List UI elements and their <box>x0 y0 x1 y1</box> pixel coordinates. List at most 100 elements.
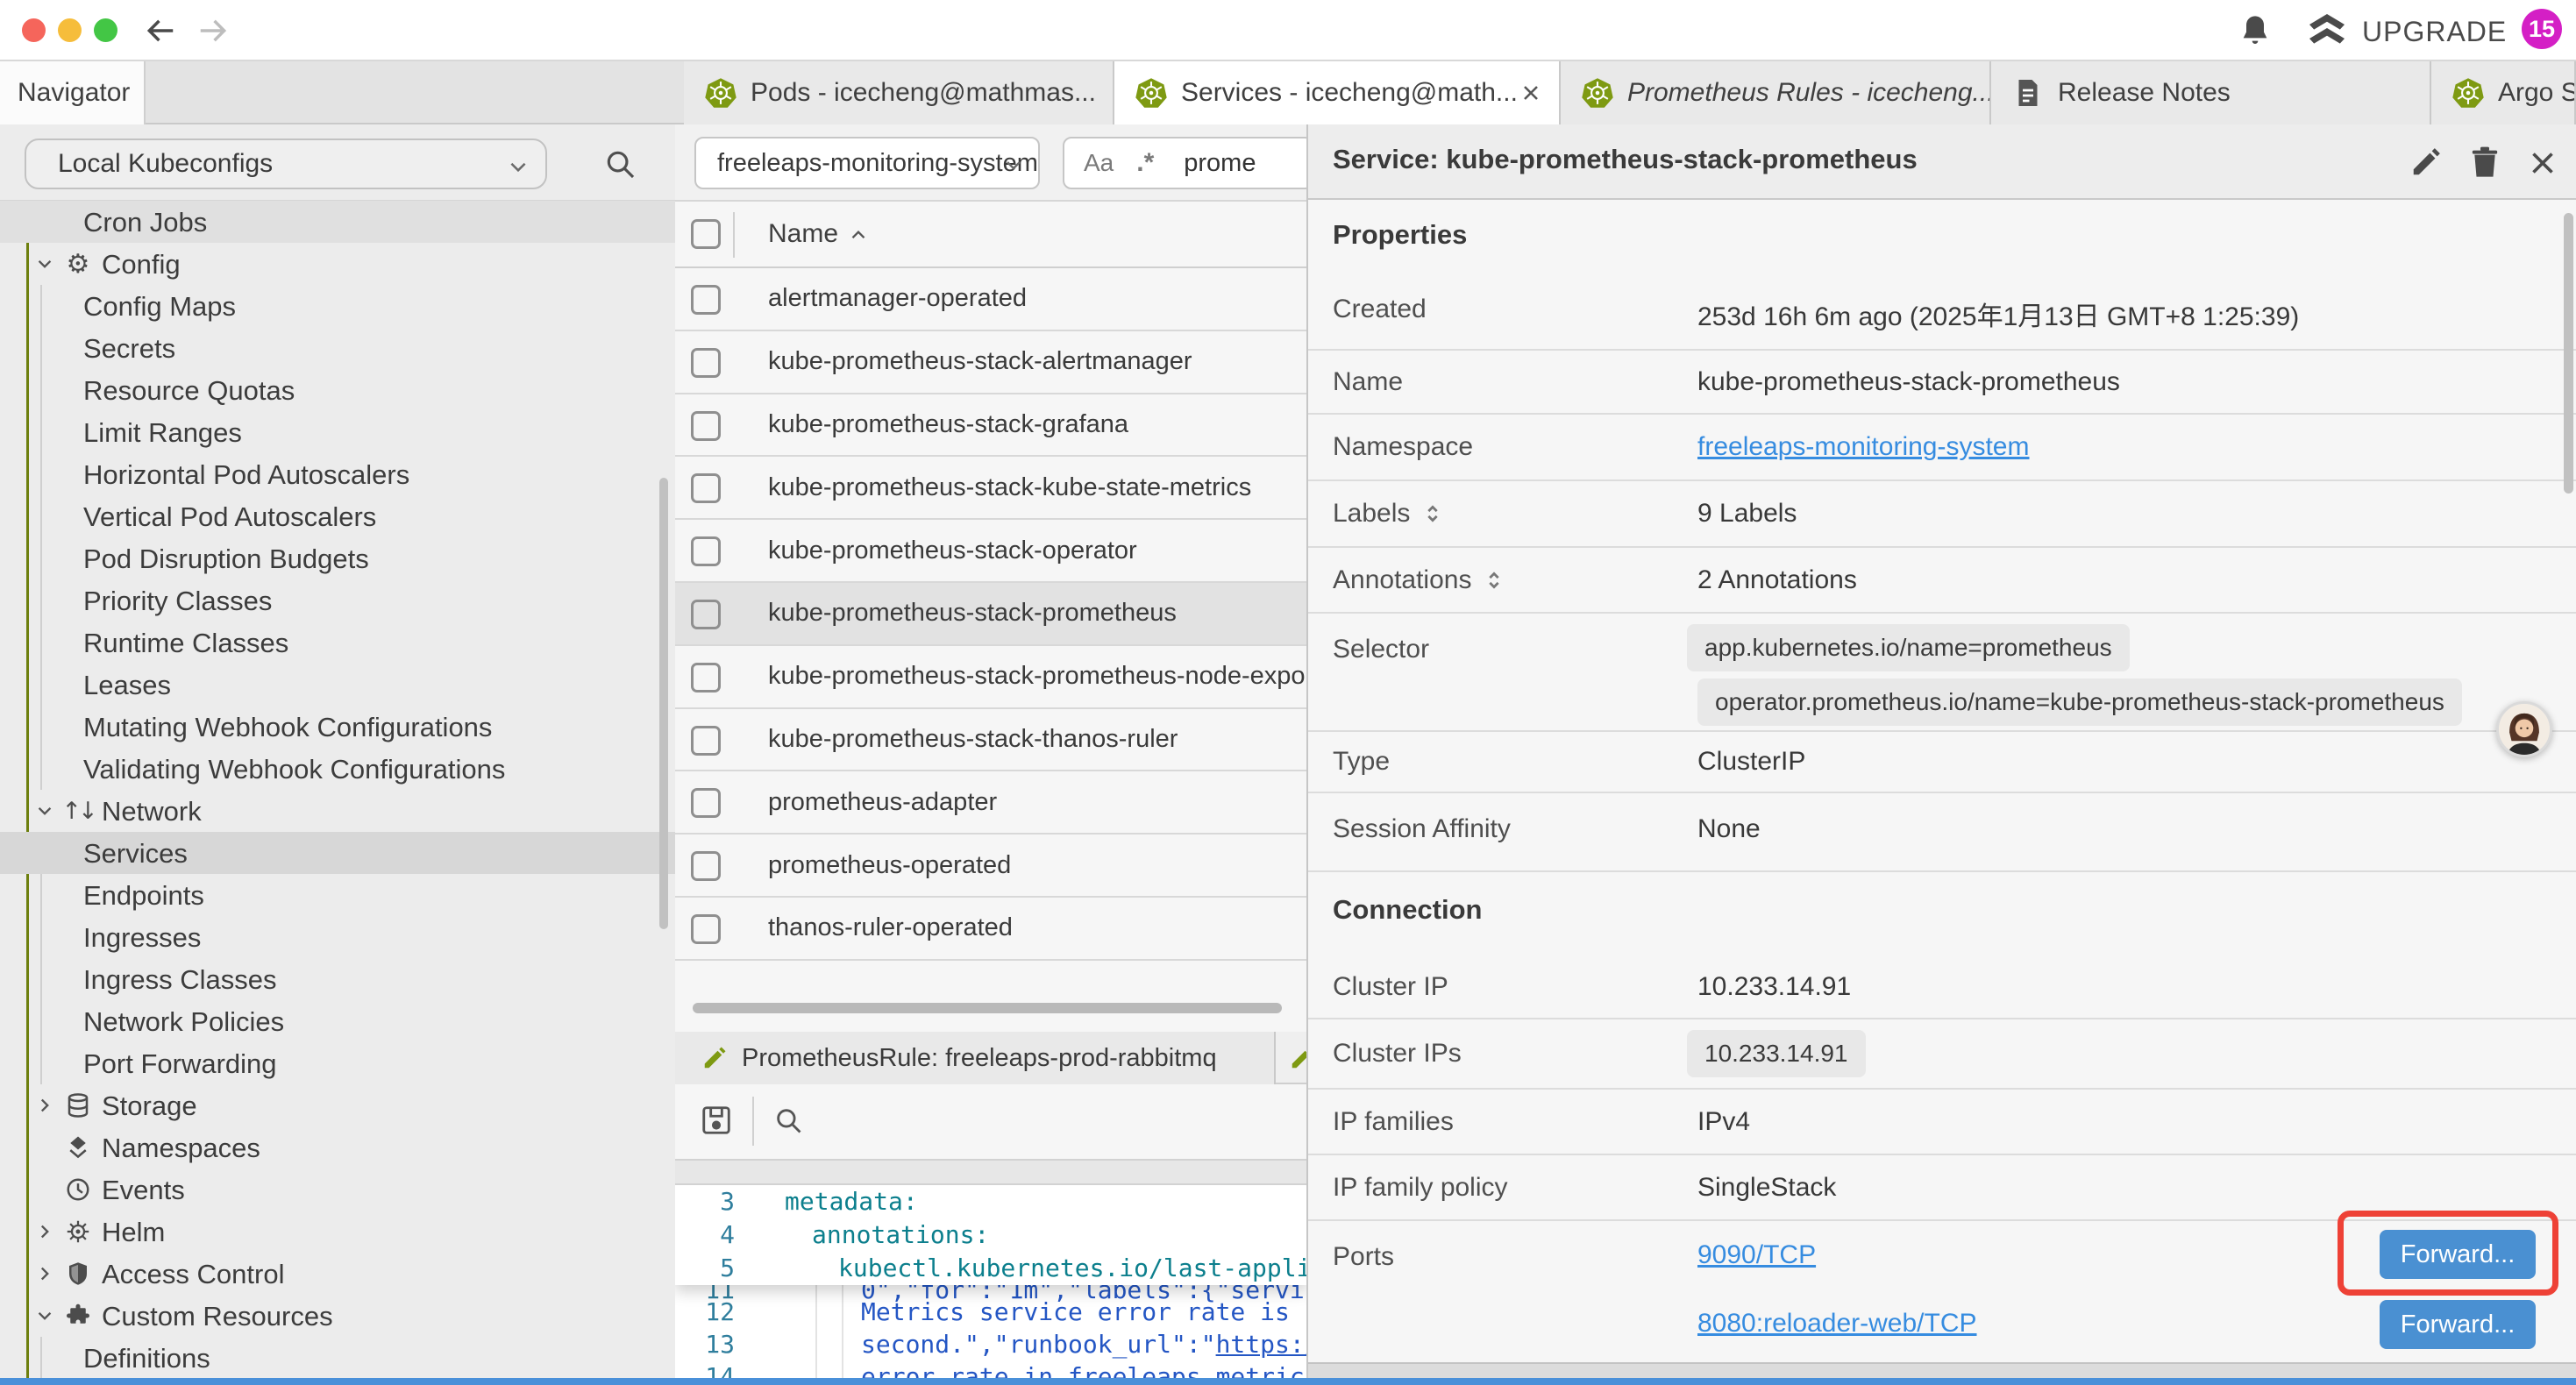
sidebar-item-config[interactable]: ⚙Config <box>0 243 675 285</box>
row-checkbox[interactable] <box>691 600 721 629</box>
sidebar-item-helm[interactable]: Helm <box>0 1211 675 1253</box>
sidebar-item-secrets[interactable]: Secrets <box>0 327 675 369</box>
sidebar-item-resource-quotas[interactable]: Resource Quotas <box>0 369 675 411</box>
notification-count-badge[interactable]: 15 <box>2522 9 2562 49</box>
sidebar-item-config-maps[interactable]: Config Maps <box>0 285 675 327</box>
row-checkbox[interactable] <box>691 726 721 756</box>
table-row[interactable]: thanos-ruler-operated <box>675 898 1306 961</box>
table-row[interactable]: kube-prometheus-stack-alertmanager <box>675 331 1306 394</box>
avatar[interactable] <box>2496 701 2552 757</box>
yaml-editor[interactable]: 110","for":"1m","labels":{"service":"12M… <box>675 1185 1306 1378</box>
sidebar-item-mutating-webhook-configurations[interactable]: Mutating Webhook Configurations <box>0 706 675 748</box>
table-row[interactable]: prometheus-operated <box>675 835 1306 898</box>
namespace-link[interactable]: freeleaps-monitoring-system <box>1697 432 2029 462</box>
save-icon[interactable] <box>700 1104 733 1137</box>
sidebar-scrollbar[interactable] <box>659 478 668 929</box>
row-checkbox[interactable] <box>691 285 721 315</box>
close-window-button[interactable] <box>22 18 46 42</box>
tab-prometheus-rules-icechen[interactable]: Prometheus Rules - icecheng... <box>1561 61 1991 124</box>
sidebar-item-label: Ingress Classes <box>83 964 277 996</box>
table-row[interactable]: kube-prometheus-stack-prometheus <box>675 583 1306 646</box>
table-row[interactable]: kube-prometheus-stack-kube-state-metrics <box>675 457 1306 520</box>
row-checkbox[interactable] <box>691 411 721 441</box>
chevron-down-icon[interactable] <box>35 254 54 273</box>
sidebar-item-namespaces[interactable]: Namespaces <box>0 1126 675 1168</box>
sidebar-item-validating-webhook-configurations[interactable]: Validating Webhook Configurations <box>0 748 675 790</box>
minimize-window-button[interactable] <box>58 18 82 42</box>
sidebar-item-cron-jobs[interactable]: Cron Jobs <box>0 201 675 243</box>
sidebar-item-endpoints[interactable]: Endpoints <box>0 874 675 916</box>
row-checkbox[interactable] <box>691 914 721 944</box>
tab-services-icecheng-math-[interactable]: Services - icecheng@math... <box>1114 61 1561 124</box>
table-row[interactable]: kube-prometheus-stack-grafana <box>675 394 1306 458</box>
sidebar-item-leases[interactable]: Leases <box>0 664 675 706</box>
editor-search-icon[interactable] <box>773 1105 803 1135</box>
list-search-input[interactable]: Aa .* prome <box>1063 137 1313 189</box>
row-checkbox[interactable] <box>691 851 721 881</box>
sidebar-item-events[interactable]: Events <box>0 1168 675 1211</box>
sidebar-item-custom-resources[interactable]: Custom Resources <box>0 1295 675 1337</box>
sidebar-item-limit-ranges[interactable]: Limit Ranges <box>0 411 675 453</box>
regex-toggle[interactable]: .* <box>1136 148 1154 178</box>
service-name: alertmanager-operated <box>768 284 1027 313</box>
sidebar-item-ingresses[interactable]: Ingresses <box>0 916 675 958</box>
namespace-selector[interactable]: freeleaps-monitoring-system <box>694 137 1040 189</box>
sidebar-item-storage[interactable]: Storage <box>0 1084 675 1126</box>
column-header-name[interactable]: Name <box>768 219 838 249</box>
row-checkbox[interactable] <box>691 663 721 692</box>
tab-release-notes[interactable]: Release Notes <box>1991 61 2431 124</box>
upgrade-icon[interactable] <box>2306 11 2348 53</box>
port-link[interactable]: 8080:reloader-web/TCP <box>1697 1309 1977 1339</box>
tab-argo-se[interactable]: Argo Se <box>2431 61 2576 124</box>
row-checkbox[interactable] <box>691 348 721 378</box>
sidebar-item-horizontal-pod-autoscalers[interactable]: Horizontal Pod Autoscalers <box>0 453 675 495</box>
sorter-icon[interactable] <box>1420 501 1445 526</box>
sidebar-item-network-policies[interactable]: Network Policies <box>0 1000 675 1042</box>
kubeconfig-selector[interactable]: Local Kubeconfigs <box>25 138 547 189</box>
row-checkbox[interactable] <box>691 473 721 503</box>
notifications-bell-icon[interactable] <box>2238 12 2273 49</box>
sort-ascending-icon[interactable] <box>847 224 870 247</box>
select-all-checkbox[interactable] <box>691 219 721 249</box>
table-row[interactable]: kube-prometheus-stack-thanos-ruler <box>675 709 1306 772</box>
sidebar-item-network[interactable]: ↑↓Network <box>0 790 675 832</box>
maximize-window-button[interactable] <box>94 18 117 42</box>
table-row[interactable]: prometheus-adapter <box>675 771 1306 835</box>
prometheusrule-tab[interactable]: PrometheusRule: freeleaps-prod-rabbitmq <box>675 1032 1276 1084</box>
port-link[interactable]: 9090/TCP <box>1697 1240 1816 1270</box>
match-case-toggle[interactable]: Aa <box>1084 149 1114 177</box>
close-icon[interactable] <box>2527 147 2558 179</box>
chevron-down-icon[interactable] <box>35 1306 54 1325</box>
forward-icon[interactable] <box>196 14 230 47</box>
navigator-panel-tab[interactable]: Navigator <box>0 61 146 124</box>
forward-button[interactable]: Forward... <box>2380 1300 2536 1349</box>
row-checkbox[interactable] <box>691 536 721 566</box>
chevron-right-icon[interactable] <box>35 1096 54 1115</box>
sorter-icon[interactable] <box>1482 568 1506 593</box>
list-horizontal-scrollbar[interactable] <box>693 1003 1282 1013</box>
sidebar-item-definitions[interactable]: Definitions <box>0 1337 675 1379</box>
sidebar-item-services[interactable]: Services <box>0 832 675 874</box>
upgrade-label[interactable]: UPGRADE <box>2362 16 2507 48</box>
chevron-right-icon[interactable] <box>35 1264 54 1283</box>
back-icon[interactable] <box>144 14 177 47</box>
close-tab-icon[interactable] <box>1519 81 1543 105</box>
sidebar-item-priority-classes[interactable]: Priority Classes <box>0 579 675 621</box>
row-checkbox[interactable] <box>691 788 721 818</box>
sidebar-item-ingress-classes[interactable]: Ingress Classes <box>0 958 675 1000</box>
sidebar-item-vertical-pod-autoscalers[interactable]: Vertical Pod Autoscalers <box>0 495 675 537</box>
table-row[interactable]: kube-prometheus-stack-prometheus-node-ex… <box>675 646 1306 709</box>
sidebar-item-access-control[interactable]: Access Control <box>0 1253 675 1295</box>
delete-trash-icon[interactable] <box>2467 144 2502 181</box>
table-row[interactable]: kube-prometheus-stack-operator <box>675 520 1306 583</box>
chevron-right-icon[interactable] <box>35 1222 54 1241</box>
sidebar-item-port-forwarding[interactable]: Port Forwarding <box>0 1042 675 1084</box>
tab-pods-icecheng-mathmas-[interactable]: Pods - icecheng@mathmas... <box>684 61 1114 124</box>
sidebar-item-runtime-classes[interactable]: Runtime Classes <box>0 621 675 664</box>
detail-scrollbar[interactable] <box>2564 213 2573 494</box>
chevron-down-icon[interactable] <box>35 801 54 820</box>
sidebar-item-pod-disruption-budgets[interactable]: Pod Disruption Budgets <box>0 537 675 579</box>
edit-pencil-icon[interactable] <box>2409 146 2443 179</box>
table-row[interactable]: alertmanager-operated <box>675 268 1306 331</box>
sidebar-search-icon[interactable] <box>603 147 637 181</box>
